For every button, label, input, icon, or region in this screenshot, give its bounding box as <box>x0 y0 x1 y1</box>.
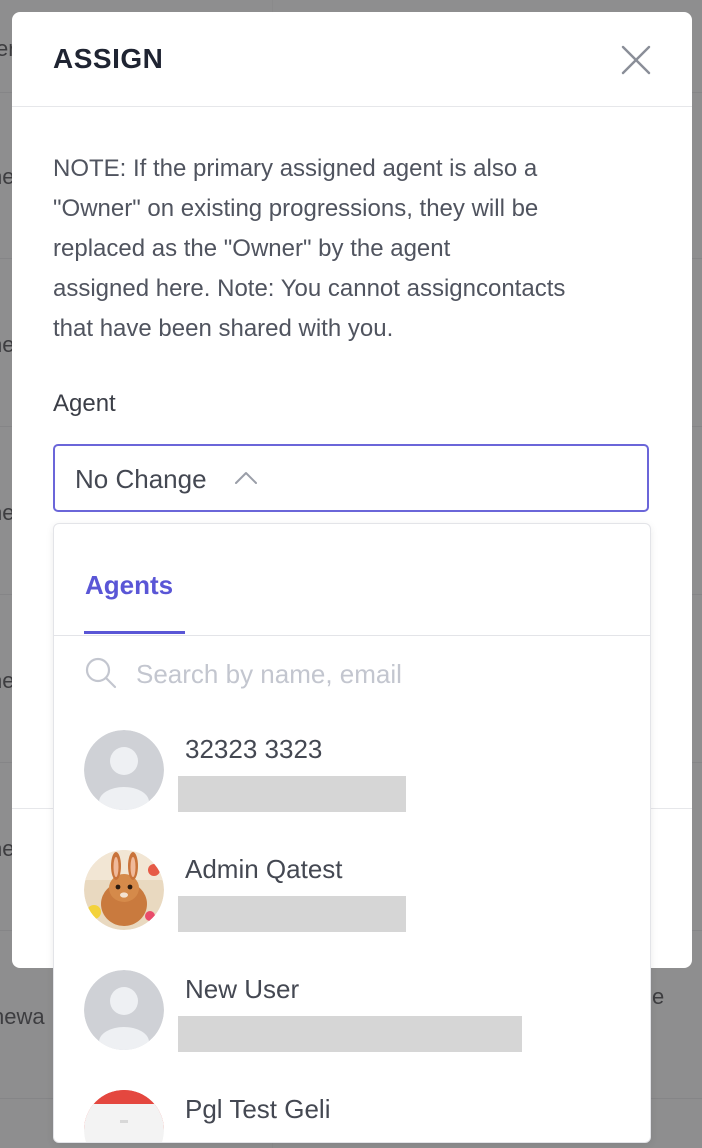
agent-select[interactable]: No Change <box>53 444 649 512</box>
close-button[interactable] <box>618 42 654 78</box>
assign-note: NOTE: If the primary assigned agent is a… <box>53 149 693 349</box>
background-text: e <box>652 984 665 1009</box>
tab-agents[interactable]: Agents <box>85 570 173 601</box>
chevron-up-icon <box>235 472 257 484</box>
agent-option[interactable]: 32323 3323 <box>54 720 650 840</box>
note-line: that have been shared with you. <box>53 315 394 342</box>
agent-select-value: No Change <box>75 464 207 494</box>
red-white-avatar <box>84 1090 164 1142</box>
modal-header: ASSIGN <box>12 12 692 107</box>
search-icon <box>85 657 117 689</box>
bunny-photo-avatar <box>84 850 164 930</box>
agent-option[interactable]: Admin Qatest <box>54 840 650 960</box>
dropdown-tabs: Agents <box>54 524 650 636</box>
redacted-email <box>178 1016 522 1052</box>
redacted-email <box>178 776 406 812</box>
agent-dropdown: Agents 32323 3323 <box>53 523 651 1143</box>
note-line: "Owner" on existing progressions, they w… <box>53 195 539 222</box>
search-row <box>54 636 650 714</box>
agent-name: Admin Qatest <box>185 854 343 884</box>
redacted-email <box>178 896 406 932</box>
modal-title: ASSIGN <box>53 43 164 74</box>
agent-option[interactable]: Pgl Test Geli <box>54 1080 650 1142</box>
note-line: replaced as the "Owner" by the agent <box>53 235 451 262</box>
agent-name: New User <box>185 974 300 1004</box>
default-avatar-icon <box>84 970 164 1050</box>
active-tab-indicator <box>84 631 185 634</box>
agent-name: Pgl Test Geli <box>185 1094 331 1124</box>
default-avatar-icon <box>84 730 164 810</box>
agent-option[interactable]: New User <box>54 960 650 1080</box>
note-line: NOTE: If the primary assigned agent is a… <box>53 155 538 182</box>
close-icon <box>621 45 651 75</box>
agent-name: 32323 3323 <box>185 734 323 764</box>
search-input[interactable] <box>136 654 616 694</box>
note-line: assigned here. Note: You cannot assignco… <box>53 275 566 302</box>
agent-label: Agent <box>53 390 116 417</box>
background-text: newa <box>0 1004 45 1029</box>
